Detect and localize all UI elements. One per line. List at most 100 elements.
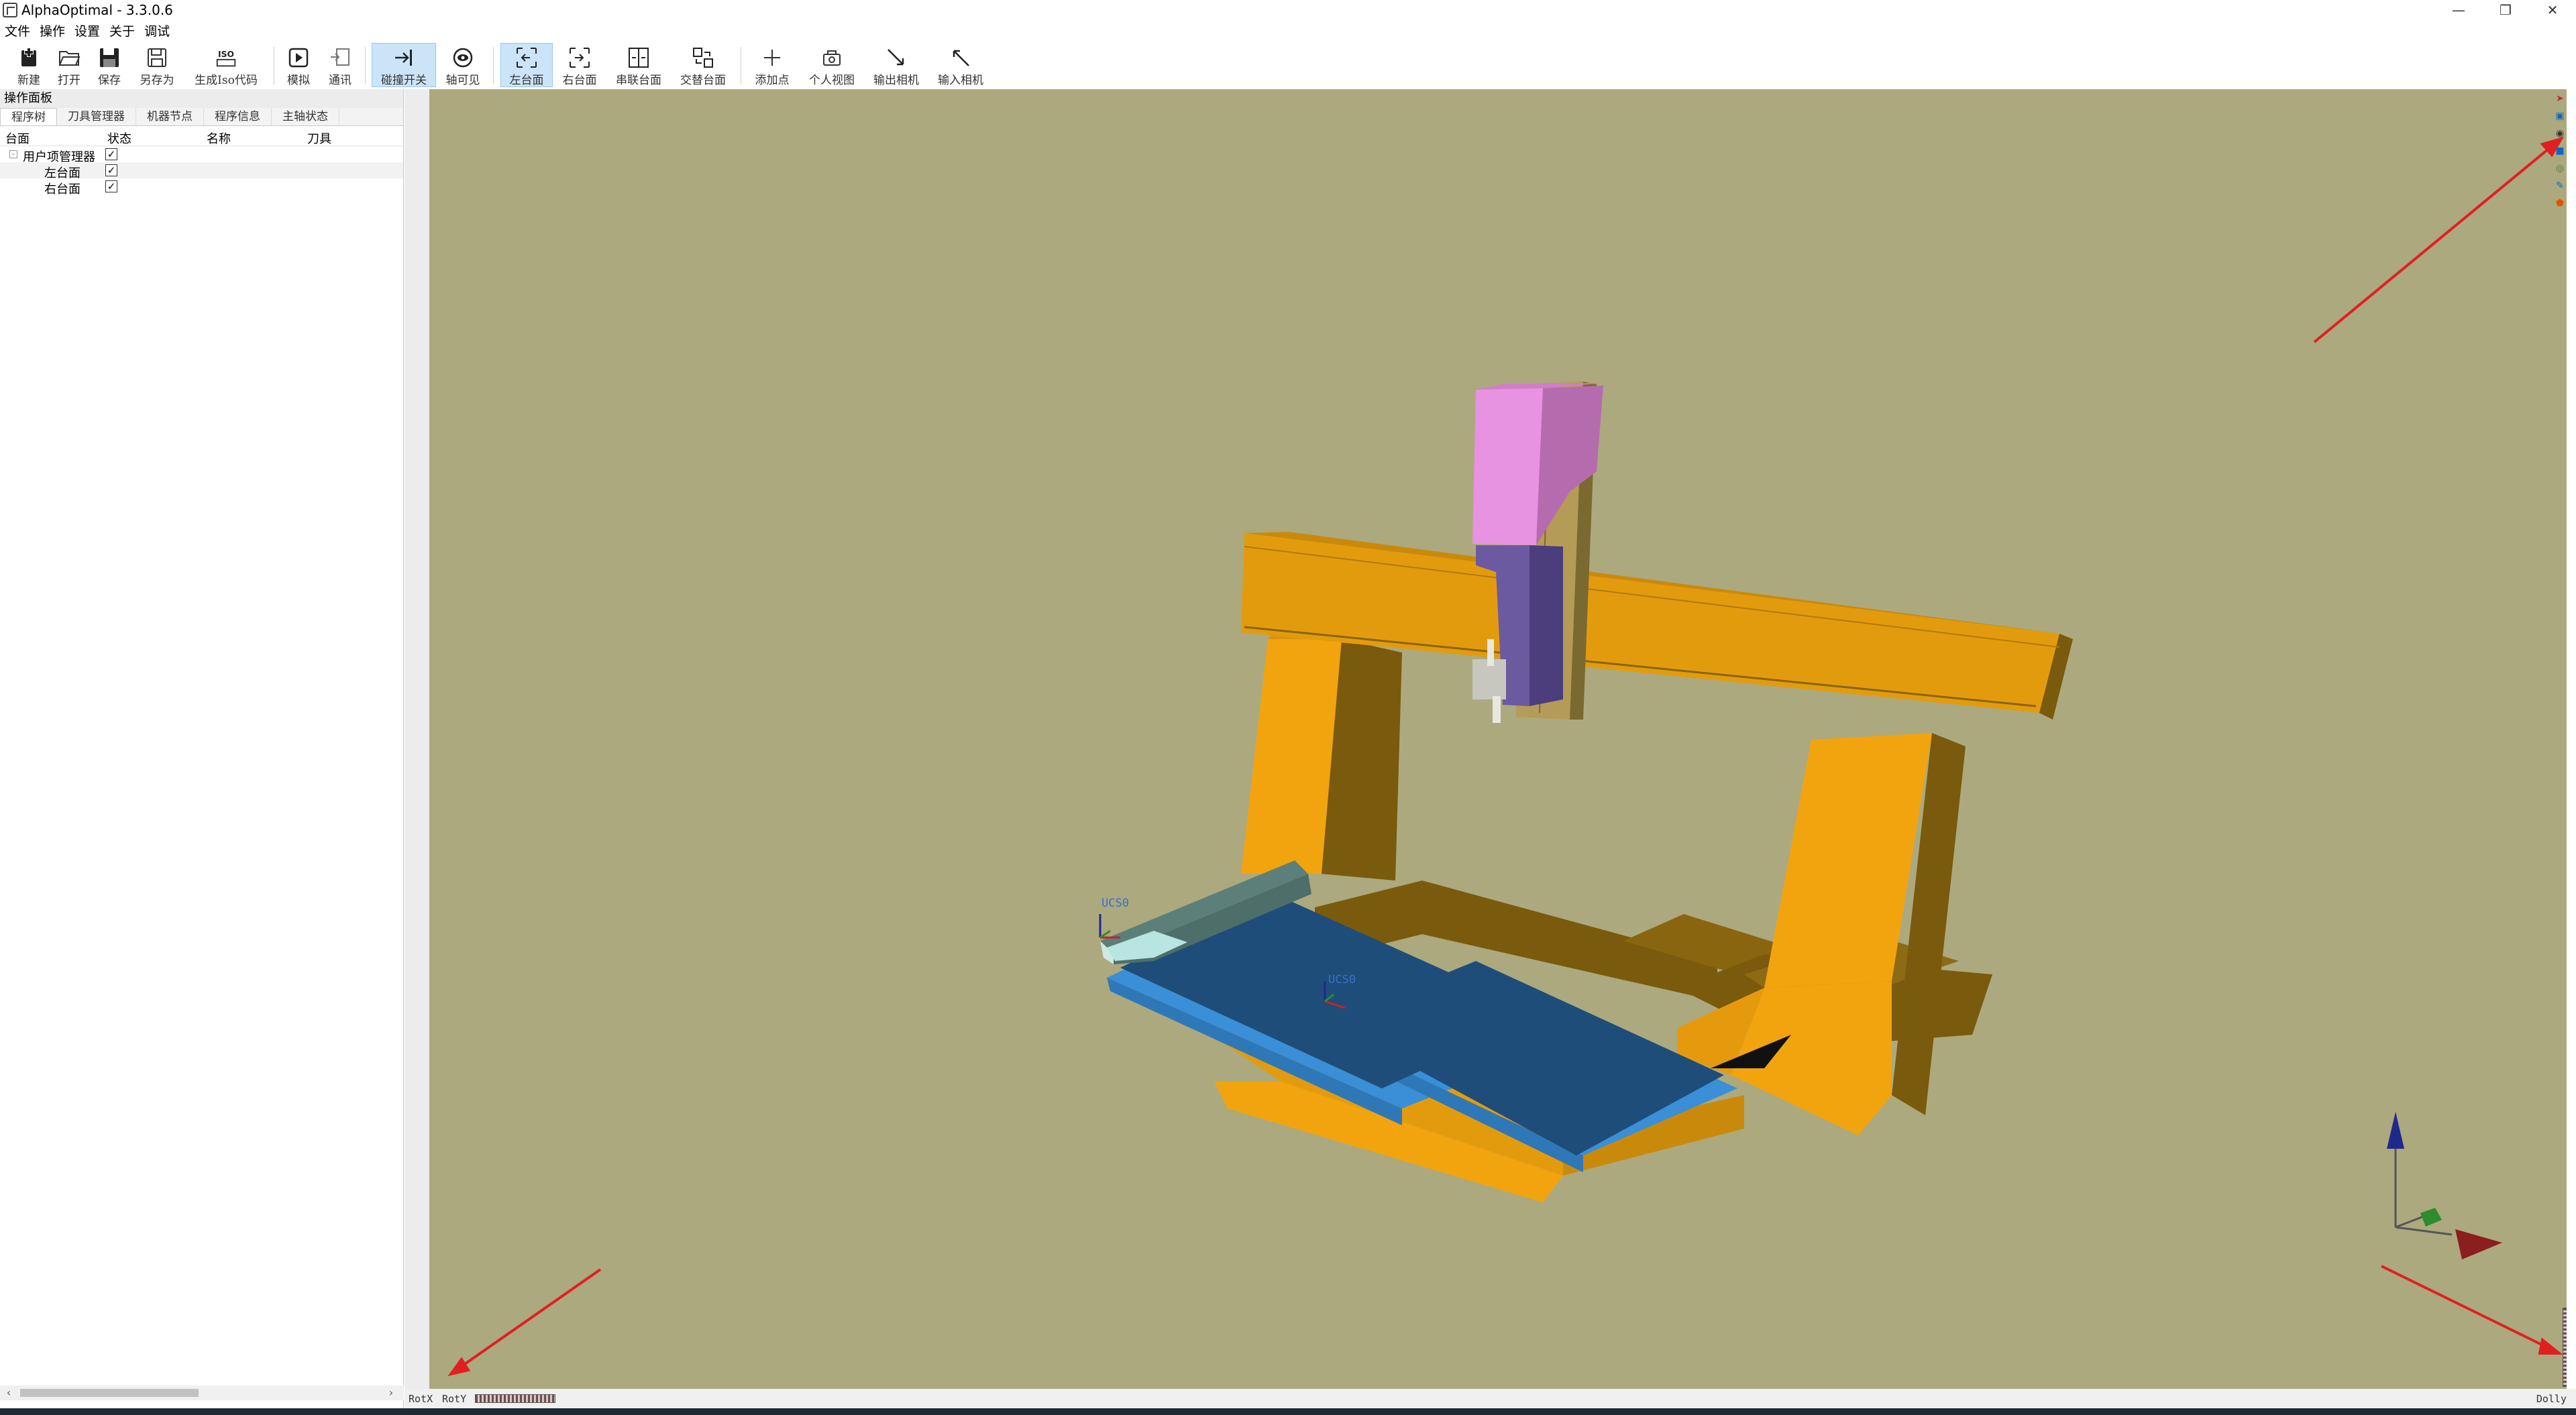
toolbar-separator xyxy=(493,47,494,84)
simulate-label: 模拟 xyxy=(287,74,310,87)
add-point-button[interactable]: 添加点 xyxy=(750,43,794,87)
axis-visible-button[interactable]: 轴可见 xyxy=(443,43,483,87)
app-logo-icon xyxy=(3,3,17,17)
status-checkbox[interactable]: ✓ xyxy=(105,164,117,176)
tree-header: 台面 状态 名称 刀具 xyxy=(0,126,403,146)
alternate-tables-button[interactable]: 交替台面 xyxy=(676,43,730,87)
add-point-icon xyxy=(759,46,785,69)
output-camera-button[interactable]: 输出相机 xyxy=(869,43,923,87)
ucs-label-left: UCS0 xyxy=(1102,897,1129,910)
restore-button[interactable]: ❐ xyxy=(2482,0,2529,20)
operation-panel: 操作面板 程序树 刀具管理器 机器节点 程序信息 主轴状态 台面 状态 名称 刀… xyxy=(0,89,404,1408)
tree-row-left-table[interactable]: 左台面 ✓ xyxy=(0,162,403,180)
spindle-head-front xyxy=(1472,388,1543,545)
3d-viewport[interactable]: UCS0 UCS0 xyxy=(429,89,2567,1389)
menu-bar: 文件 操作 设置 关于 调试 xyxy=(0,23,174,40)
tree-row-user-manager[interactable]: - 用户项管理器 ✓ xyxy=(0,146,403,164)
generate-iso-label: 生成Iso代码 xyxy=(195,74,258,87)
personal-view-icon xyxy=(819,46,845,69)
pin-icon[interactable]: ✎ xyxy=(2554,180,2566,192)
layer-icon[interactable]: ■ xyxy=(2554,145,2566,157)
viewport-right-toolbar: ➤ ▣ ◉ ■ ◎ ✎ ⬟ xyxy=(2553,89,2567,243)
save-label: 保存 xyxy=(98,74,121,87)
column-header-status[interactable]: 状态 xyxy=(107,129,131,147)
play-icon xyxy=(286,46,311,69)
panel-horizontal-scrollbar[interactable]: ‹ › xyxy=(0,1385,404,1400)
menu-about[interactable]: 关于 xyxy=(105,23,140,40)
viewer-status-bar: RotX RotY Dolly xyxy=(405,1389,2576,1408)
scroll-left-icon[interactable]: ‹ xyxy=(1,1385,16,1400)
tool-tip xyxy=(1493,696,1501,723)
tab-spindle-status[interactable]: 主轴状态 xyxy=(272,108,339,125)
dolly-thumbwheel[interactable] xyxy=(2563,1308,2567,1387)
rotx-label: RotX xyxy=(409,1393,433,1405)
select-arrow-icon[interactable]: ➤ xyxy=(2554,93,2566,105)
svg-text:ISO: ISO xyxy=(218,50,234,59)
new-label: 新建 xyxy=(17,74,40,87)
menu-settings[interactable]: 设置 xyxy=(70,23,105,40)
communication-icon xyxy=(327,46,353,69)
panel-title: 操作面板 xyxy=(0,89,403,108)
left-table-button[interactable]: 左台面 xyxy=(500,43,553,87)
tree-row-right-table[interactable]: 右台面 ✓ xyxy=(0,178,403,196)
save-icon xyxy=(97,46,122,69)
minimize-button[interactable]: — xyxy=(2435,0,2482,20)
serial-tables-icon xyxy=(626,46,651,69)
open-folder-icon xyxy=(56,46,82,69)
input-camera-button[interactable]: 输入相机 xyxy=(934,43,987,87)
new-button[interactable]: 新建 xyxy=(12,43,46,87)
personal-view-button[interactable]: 个人视图 xyxy=(805,43,859,87)
title-bar: AlphaOptimal - 3.3.0.6 — ❐ ✕ xyxy=(0,0,2576,20)
view-cube-icon[interactable]: ▣ xyxy=(2554,110,2566,122)
axis-visible-label: 轴可见 xyxy=(445,74,480,87)
save-as-button[interactable]: 另存为 xyxy=(137,43,177,87)
left-table-icon xyxy=(514,46,539,69)
generate-iso-button[interactable]: ISO 生成Iso代码 xyxy=(191,43,262,87)
save-button[interactable]: 保存 xyxy=(93,43,126,87)
menu-debug[interactable]: 调试 xyxy=(140,23,174,40)
collision-toggle-button[interactable]: 碰撞开关 xyxy=(372,43,436,87)
save-as-icon xyxy=(144,46,170,69)
open-button[interactable]: 打开 xyxy=(52,43,86,87)
eye-view-icon[interactable]: ◎ xyxy=(2554,162,2566,174)
input-camera-label: 输入相机 xyxy=(938,74,983,87)
splitter[interactable] xyxy=(405,89,429,1408)
tab-tool-manager[interactable]: 刀具管理器 xyxy=(57,108,136,125)
tab-machine-nodes[interactable]: 机器节点 xyxy=(136,108,204,125)
add-point-label: 添加点 xyxy=(755,74,790,87)
left-table-label: 左台面 xyxy=(509,74,544,87)
serial-tables-button[interactable]: 串联台面 xyxy=(612,43,665,87)
column-header-tool[interactable]: 刀具 xyxy=(307,129,331,147)
right-table-icon xyxy=(567,46,592,69)
right-table-button[interactable]: 右台面 xyxy=(559,43,600,87)
roty-thumbwheel[interactable] xyxy=(475,1394,555,1403)
iso-icon: ISO xyxy=(213,46,239,69)
scroll-thumb[interactable] xyxy=(20,1389,199,1397)
column-header-table[interactable]: 台面 xyxy=(5,129,30,147)
roty-label: RotY xyxy=(442,1393,467,1405)
eye-icon xyxy=(450,46,476,69)
menu-operation[interactable]: 操作 xyxy=(35,23,70,40)
status-checkbox[interactable]: ✓ xyxy=(105,180,117,192)
window-title: AlphaOptimal - 3.3.0.6 xyxy=(21,2,173,18)
menu-file[interactable]: 文件 xyxy=(0,23,35,40)
axis-triad xyxy=(2387,1112,2502,1259)
status-checkbox[interactable]: ✓ xyxy=(105,148,117,160)
camera-icon[interactable]: ◉ xyxy=(2554,127,2566,139)
save-as-label: 另存为 xyxy=(140,74,174,87)
right-table-label: 右台面 xyxy=(562,74,597,87)
close-button[interactable]: ✕ xyxy=(2529,0,2576,20)
new-file-icon xyxy=(16,46,42,69)
toolbar: 新建 打开 保存 另存为 ISO 生成Iso代码 模拟 通讯 碰撞开关 轴可见 … xyxy=(0,42,2576,89)
simulate-button[interactable]: 模拟 xyxy=(282,43,315,87)
tab-program-info[interactable]: 程序信息 xyxy=(204,108,272,125)
shield-icon[interactable]: ⬟ xyxy=(2554,197,2566,209)
panel-tabs: 程序树 刀具管理器 机器节点 程序信息 主轴状态 xyxy=(0,108,403,126)
communication-button[interactable]: 通讯 xyxy=(323,43,357,87)
collapse-icon[interactable]: - xyxy=(9,150,17,158)
alternate-tables-label: 交替台面 xyxy=(680,74,726,87)
column-header-name[interactable]: 名称 xyxy=(207,129,231,147)
tab-program-tree[interactable]: 程序树 xyxy=(0,108,57,125)
scroll-right-icon[interactable]: › xyxy=(384,1385,398,1400)
tree-row-label: 右台面 xyxy=(44,182,80,196)
